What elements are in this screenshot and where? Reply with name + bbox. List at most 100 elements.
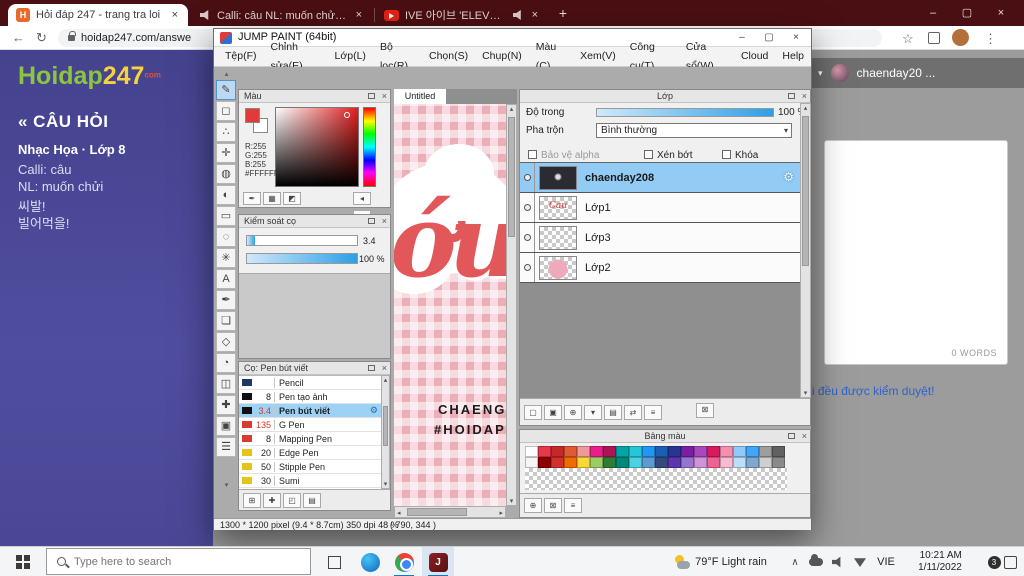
brush-row[interactable]: 8 Mapping Pen <box>239 432 381 446</box>
scroll-down-icon[interactable]: ▾ <box>801 389 810 397</box>
layer-visibility[interactable] <box>520 253 535 282</box>
brush-control-header[interactable]: Kiểm soát cọ × <box>239 215 390 228</box>
scroll-down-icon[interactable]: ▾ <box>507 497 516 505</box>
palette-swatch[interactable] <box>590 446 603 457</box>
layer-row-selected[interactable]: chaenday208 ⚙ <box>520 163 800 193</box>
add-tool[interactable]: ✚ <box>216 395 236 415</box>
palette-swatch[interactable] <box>538 457 551 468</box>
taskbar-search-input[interactable] <box>74 555 254 568</box>
layer-row[interactable]: Cau Lớp1 <box>520 193 800 223</box>
scrollbar-thumb[interactable] <box>383 406 388 446</box>
browser-menu-icon[interactable]: ⋮ <box>984 31 997 47</box>
browser-tab-hoidap[interactable]: H Hỏi đáp 247 - trang tra loi × <box>8 4 188 26</box>
float-panel-icon[interactable] <box>788 93 795 99</box>
brush-row[interactable]: 20 Edge Pen <box>239 446 381 460</box>
palette-swatch[interactable] <box>733 446 746 457</box>
float-panel-icon[interactable] <box>368 218 375 224</box>
menu-item[interactable]: Chọn(S) <box>422 47 475 66</box>
browser-profile-avatar[interactable] <box>952 29 969 46</box>
scrollbar-thumb[interactable] <box>508 117 515 237</box>
palette-swatch[interactable] <box>564 457 577 468</box>
add-brush-button[interactable]: ⊞ <box>243 492 261 508</box>
brush-row-selected[interactable]: 3.4 Pen bút viết ⚙ <box>239 404 381 418</box>
brush-row[interactable]: 135 G Pen <box>239 418 381 432</box>
bookmark-star-icon[interactable]: ☆ <box>902 31 914 47</box>
brush-opacity-slider[interactable] <box>246 253 358 264</box>
language-indicator[interactable]: VIE <box>872 547 900 576</box>
frame-tool[interactable]: ◫ <box>216 374 236 394</box>
palette-swatch[interactable] <box>668 457 681 468</box>
duplicate-layer-button[interactable]: ▣ <box>544 404 562 420</box>
palette-swatch[interactable] <box>694 446 707 457</box>
taskbar-clock[interactable]: 10:21 AM 1/11/2022 <box>904 547 976 576</box>
menu-item[interactable]: Tệp(F) <box>218 47 264 66</box>
action-center-button[interactable]: 3 <box>982 547 1022 576</box>
close-panel-icon[interactable]: × <box>802 90 807 102</box>
brush-row[interactable]: 50 Stipple Pen <box>239 460 381 474</box>
palette-swatch[interactable] <box>707 457 720 468</box>
palette-swatch[interactable] <box>525 457 538 468</box>
document-tab[interactable]: Untitled <box>394 89 446 104</box>
scroll-up-icon[interactable]: ▴ <box>801 104 810 112</box>
menu-item[interactable]: Chụp(N) <box>475 47 529 66</box>
close-panel-icon[interactable]: × <box>382 362 387 374</box>
palette-grid-button[interactable]: ▦ <box>263 192 281 205</box>
taskbar-app-edge[interactable] <box>354 547 386 576</box>
tool-scroll-down-icon[interactable]: ▾ <box>216 481 237 489</box>
palette-swatch[interactable] <box>746 446 759 457</box>
merge-layer-button[interactable]: ⊕ <box>564 404 582 420</box>
menu-tool[interactable]: ☰ <box>216 437 236 457</box>
palette-swatch[interactable] <box>590 457 603 468</box>
menu-item[interactable]: Lớp(L) <box>328 47 373 66</box>
delete-color-button[interactable]: ⊠ <box>544 498 562 513</box>
add-color-button[interactable]: ⊕ <box>524 498 542 513</box>
foreground-color-swatch[interactable] <box>245 108 260 123</box>
lock-checkbox[interactable]: Khóa <box>722 145 758 163</box>
brush-menu-button[interactable]: ▤ <box>303 492 321 508</box>
palette-swatch[interactable] <box>720 446 733 457</box>
color-panel-header[interactable]: Màu × <box>239 90 390 103</box>
new-layer-button[interactable]: ▢ <box>524 404 542 420</box>
prev-color-button[interactable]: ◂ <box>353 192 371 205</box>
task-view-button[interactable] <box>318 547 350 576</box>
saturation-value-picker[interactable] <box>275 107 359 187</box>
palette-swatch[interactable] <box>759 446 772 457</box>
palette-swatch[interactable] <box>772 457 785 468</box>
palette-swatch[interactable] <box>577 446 590 457</box>
layer-row[interactable]: Lớp2 <box>520 253 800 283</box>
extensions-icon[interactable] <box>928 32 940 44</box>
canvas-vertical-scrollbar[interactable]: ▴ ▾ <box>506 104 517 506</box>
palette-swatch[interactable] <box>577 457 590 468</box>
clipping-checkbox[interactable]: Xén bớt <box>644 145 692 163</box>
weather-widget[interactable]: 79°F Light rain <box>660 547 782 576</box>
palette-swatch[interactable] <box>668 446 681 457</box>
start-button[interactable] <box>0 547 46 576</box>
palette-swatch[interactable] <box>720 457 733 468</box>
palette-menu-button[interactable]: ≡ <box>564 498 582 513</box>
scrollbar-thumb[interactable] <box>407 508 467 516</box>
palette-swatch[interactable] <box>759 457 772 468</box>
layers-panel-header[interactable]: Lớp × <box>520 90 810 103</box>
gradient-tool[interactable]: ◐ <box>216 185 236 205</box>
browser-tab-calli[interactable]: Calli: câu NL: muốn chửi 씨발! 빌 × <box>192 4 372 26</box>
layer-folder-button[interactable]: ▾ <box>584 404 602 420</box>
float-panel-icon[interactable] <box>368 365 375 371</box>
eyedropper-button[interactable]: ✒ <box>243 192 261 205</box>
magic-wand-tool[interactable]: ✳ <box>216 248 236 268</box>
back-icon[interactable]: ← <box>12 30 25 45</box>
palette-swatch[interactable] <box>681 457 694 468</box>
brush-settings-icon[interactable]: ⚙ <box>370 405 378 416</box>
scroll-up-icon[interactable]: ▴ <box>382 376 389 384</box>
tab-close-icon[interactable]: × <box>354 9 364 21</box>
text-tool[interactable]: A <box>216 269 236 289</box>
layer-opacity-slider[interactable] <box>596 108 774 117</box>
layer-settings-icon[interactable]: ⚙ <box>783 170 794 184</box>
onedrive-icon[interactable] <box>806 547 826 576</box>
canvas-viewport[interactable]: ớu CHAENG #HOIDAP <box>394 104 506 506</box>
slider-mode-button[interactable]: ◩ <box>283 192 301 205</box>
palette-swatch[interactable] <box>772 446 785 457</box>
window-close-button[interactable]: × <box>986 3 1016 23</box>
volume-icon[interactable] <box>828 547 848 576</box>
move-tool[interactable]: ✛ <box>216 143 236 163</box>
brush-row[interactable]: 8 Pen tạo ảnh <box>239 390 381 404</box>
